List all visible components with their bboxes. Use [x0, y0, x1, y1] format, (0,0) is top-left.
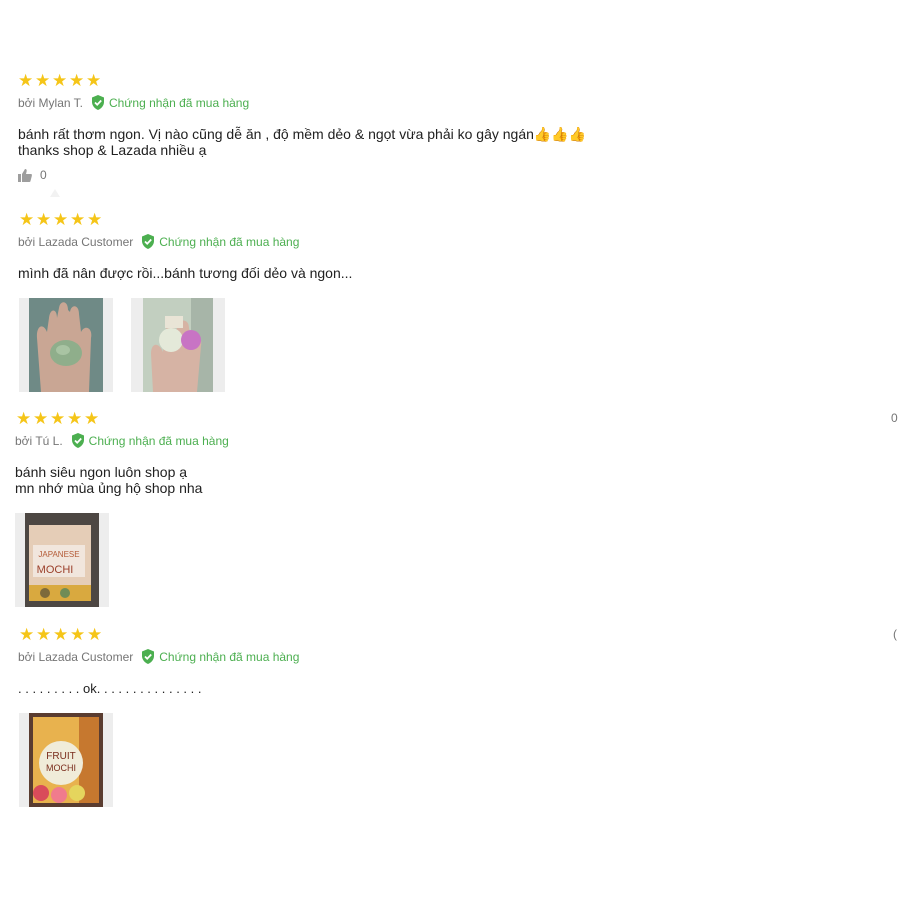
review-line: . . . . . . . . . ok. . . . . . . . . . …	[18, 681, 202, 696]
verified-shield-icon	[142, 649, 155, 664]
star-icon: ★	[67, 409, 83, 428]
star-icon: ★	[36, 625, 52, 644]
verified-badge: Chứng nhận đã mua hàng	[71, 433, 229, 448]
review-images: FRUIT MOCHI	[19, 713, 131, 807]
like-count: 0	[40, 168, 47, 182]
verified-badge: Chứng nhận đã mua hàng	[91, 95, 249, 110]
review-content: bánh rất thơm ngon. Vị nào cũng dễ ăn , …	[18, 126, 586, 158]
verified-shield-icon	[92, 95, 105, 110]
package-text: FRUIT	[46, 751, 75, 762]
verified-label: Chứng nhận đã mua hàng	[109, 95, 250, 110]
review-author: bởi Lazada Customer	[18, 234, 134, 249]
review-byline: bởi Tú L. Chứng nhận đã mua hàng	[15, 433, 229, 448]
star-icon: ★	[69, 71, 85, 90]
star-icon: ★	[19, 210, 35, 229]
review-image-japanese-mochi[interactable]: JAPANESE MOCHI	[15, 513, 109, 607]
verified-label: Chứng nhận đã mua hàng	[159, 234, 300, 249]
package-text: MOCHI	[46, 763, 76, 773]
star-icon: ★	[52, 71, 68, 90]
star-icon: ★	[33, 409, 49, 428]
verified-shield-icon	[71, 433, 84, 448]
review-byline: bởi Mylan T. Chứng nhận đã mua hàng	[18, 95, 249, 110]
star-icon: ★	[19, 625, 35, 644]
review-content: mình đã nân được rồi...bánh tương đối dẻ…	[18, 265, 352, 281]
review-byline: bởi Lazada Customer Chứng nhận đã mua hà…	[18, 234, 299, 249]
rating-stars: ★ ★ ★ ★ ★	[16, 409, 100, 428]
review-author: bởi Mylan T.	[18, 95, 84, 110]
review-line: bánh rất thơm ngon. Vị nào cũng dễ ăn , …	[18, 126, 587, 142]
star-icon: ★	[70, 625, 86, 644]
star-icon: ★	[53, 210, 69, 229]
star-icon: ★	[86, 71, 102, 90]
star-icon: ★	[87, 625, 103, 644]
review-author: bởi Tú L.	[15, 433, 63, 448]
caret-up-icon	[50, 189, 60, 197]
star-icon: ★	[18, 71, 34, 90]
rating-stars: ★ ★ ★ ★ ★	[19, 210, 103, 229]
review-image-hand-mochi[interactable]	[19, 298, 113, 392]
review-image-packaged-mochi[interactable]	[131, 298, 225, 392]
star-icon: ★	[36, 210, 52, 229]
star-icon: ★	[87, 210, 103, 229]
star-icon: ★	[50, 409, 66, 428]
review-line: mình đã nân được rồi...bánh tương đối dẻ…	[18, 265, 353, 281]
review-image-fruit-mochi[interactable]: FRUIT MOCHI	[19, 713, 113, 807]
review-content: . . . . . . . . . ok. . . . . . . . . . …	[18, 681, 202, 697]
verified-badge: Chứng nhận đã mua hàng	[141, 234, 299, 249]
side-like-count: (	[893, 627, 897, 641]
review-line: thanks shop & Lazada nhiều ạ	[18, 142, 207, 158]
review-author: bởi Lazada Customer	[18, 649, 134, 664]
verified-label: Chứng nhận đã mua hàng	[159, 649, 300, 664]
star-icon: ★	[35, 71, 51, 90]
verified-badge: Chứng nhận đã mua hàng	[141, 649, 299, 664]
verified-shield-icon	[142, 234, 155, 249]
star-icon: ★	[84, 409, 100, 428]
review-line: mn nhớ mùa ủng hộ shop nha	[15, 480, 203, 496]
thumbs-up-icon	[18, 168, 32, 182]
star-icon: ★	[53, 625, 69, 644]
review-images: JAPANESE MOCHI	[15, 513, 127, 607]
review-images	[19, 298, 243, 392]
star-icon: ★	[16, 409, 32, 428]
package-text: JAPANESE	[38, 550, 79, 559]
package-text: MOCHI	[37, 564, 74, 576]
rating-stars: ★ ★ ★ ★ ★	[18, 71, 102, 90]
rating-stars: ★ ★ ★ ★ ★	[19, 625, 103, 644]
star-icon: ★	[70, 210, 86, 229]
side-like-count: 0	[891, 411, 898, 425]
review-line: bánh siêu ngon luôn shop ạ	[15, 464, 188, 480]
like-button[interactable]: 0	[18, 168, 47, 182]
verified-label: Chứng nhận đã mua hàng	[88, 433, 229, 448]
review-byline: bởi Lazada Customer Chứng nhận đã mua hà…	[18, 649, 299, 664]
review-content: bánh siêu ngon luôn shop ạ mn nhớ mùa ủn…	[15, 464, 202, 496]
